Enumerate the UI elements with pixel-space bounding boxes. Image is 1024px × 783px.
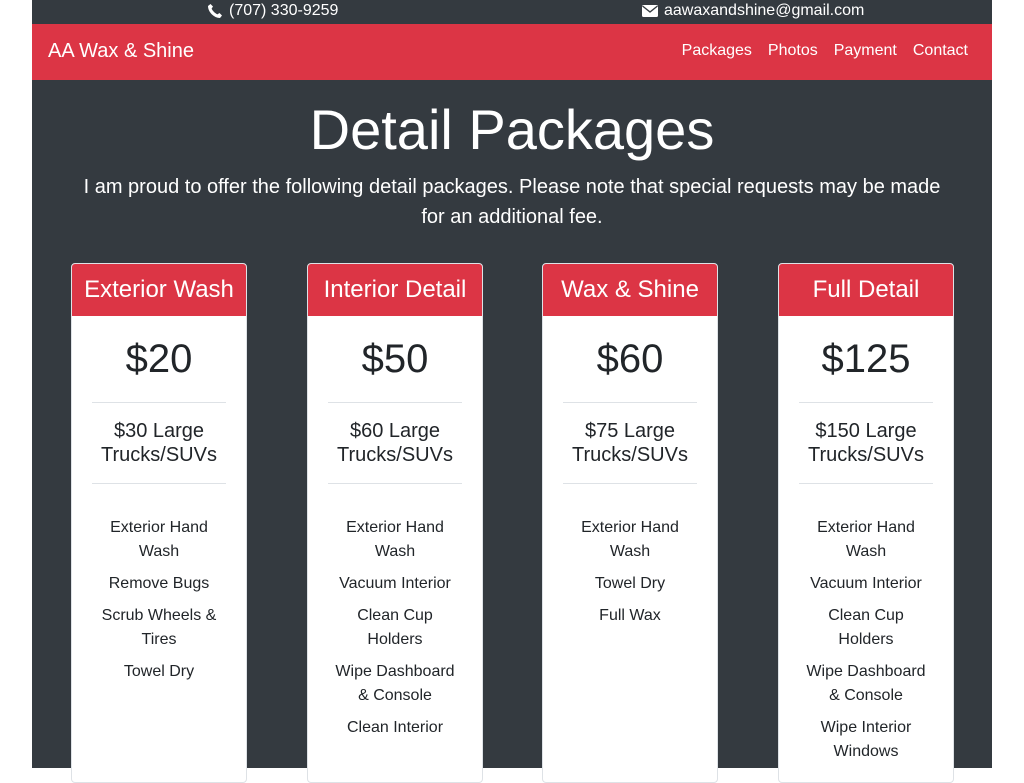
package-name: Interior Detail — [308, 264, 482, 316]
feature-list: Exterior Hand Wash Remove Bugs Scrub Whe… — [92, 484, 226, 684]
package-price: $60 — [563, 316, 697, 403]
nav-photos[interactable]: Photos — [768, 42, 818, 60]
contact-bar: (707) 330-9259 aawaxandshine@gmail.com — [32, 0, 992, 24]
feature-item: Scrub Wheels & Tires — [101, 607, 217, 648]
large-vehicle-price: $150 Large Trucks/SUVs — [799, 403, 933, 484]
package-card-exterior-wash: Exterior Wash $20 $30 Large Trucks/SUVs … — [71, 263, 247, 783]
package-name: Exterior Wash — [72, 264, 246, 316]
package-price: $50 — [328, 316, 462, 403]
feature-item: Towel Dry — [594, 575, 666, 592]
package-card-wax-shine: Wax & Shine $60 $75 Large Trucks/SUVs Ex… — [542, 263, 718, 783]
phone-link[interactable]: (707) 330-9259 — [207, 2, 338, 20]
large-vehicle-price: $60 Large Trucks/SUVs — [328, 403, 462, 484]
package-name: Full Detail — [779, 264, 953, 316]
navbar: AA Wax & Shine Packages Photos Payment C… — [32, 24, 992, 80]
feature-item: Clean Cup Holders — [828, 607, 904, 648]
nav-packages[interactable]: Packages — [682, 42, 752, 60]
feature-item: Exterior Hand Wash — [581, 519, 679, 560]
feature-item: Exterior Hand Wash — [346, 519, 444, 560]
feature-list: Exterior Hand Wash Towel Dry Full Wax — [563, 484, 697, 628]
phone-icon — [208, 4, 222, 18]
feature-list: Exterior Hand Wash Vacuum Interior Clean… — [328, 484, 462, 740]
feature-list: Exterior Hand Wash Vacuum Interior Clean… — [799, 484, 933, 764]
email-link[interactable]: aawaxandshine@gmail.com — [642, 2, 864, 20]
package-price: $20 — [92, 316, 226, 403]
feature-item: Clean Interior — [346, 719, 444, 736]
feature-item: Full Wax — [599, 607, 661, 624]
feature-item: Exterior Hand Wash — [110, 519, 208, 560]
feature-item: Wipe Dashboard & Console — [806, 663, 926, 704]
feature-item: Wipe Interior Windows — [820, 719, 912, 760]
phone-number: (707) 330-9259 — [229, 2, 339, 19]
large-vehicle-price: $30 Large Trucks/SUVs — [92, 403, 226, 484]
large-vehicle-price: $75 Large Trucks/SUVs — [563, 403, 697, 484]
envelope-icon — [642, 5, 658, 17]
feature-item: Towel Dry — [123, 663, 195, 680]
package-card-interior-detail: Interior Detail $50 $60 Large Trucks/SUV… — [307, 263, 483, 783]
package-price: $125 — [799, 316, 933, 403]
feature-item: Vacuum Interior — [810, 575, 922, 592]
page-container: (707) 330-9259 aawaxandshine@gmail.com A… — [32, 0, 992, 783]
feature-item: Remove Bugs — [108, 575, 210, 592]
nav-payment[interactable]: Payment — [834, 42, 897, 60]
nav-links: Packages Photos Payment Contact — [682, 42, 968, 60]
feature-item: Exterior Hand Wash — [817, 519, 915, 560]
package-card-full-detail: Full Detail $125 $150 Large Trucks/SUVs … — [778, 263, 954, 783]
intro-text: I am proud to offer the following detail… — [83, 176, 941, 228]
feature-item: Clean Cup Holders — [357, 607, 433, 648]
feature-item: Wipe Dashboard & Console — [335, 663, 455, 704]
package-name: Wax & Shine — [543, 264, 717, 316]
nav-contact[interactable]: Contact — [913, 42, 968, 60]
email-address: aawaxandshine@gmail.com — [664, 2, 865, 19]
page-title: Detail Packages — [309, 98, 715, 161]
feature-item: Vacuum Interior — [339, 575, 451, 592]
brand-logo[interactable]: AA Wax & Shine — [48, 40, 194, 63]
